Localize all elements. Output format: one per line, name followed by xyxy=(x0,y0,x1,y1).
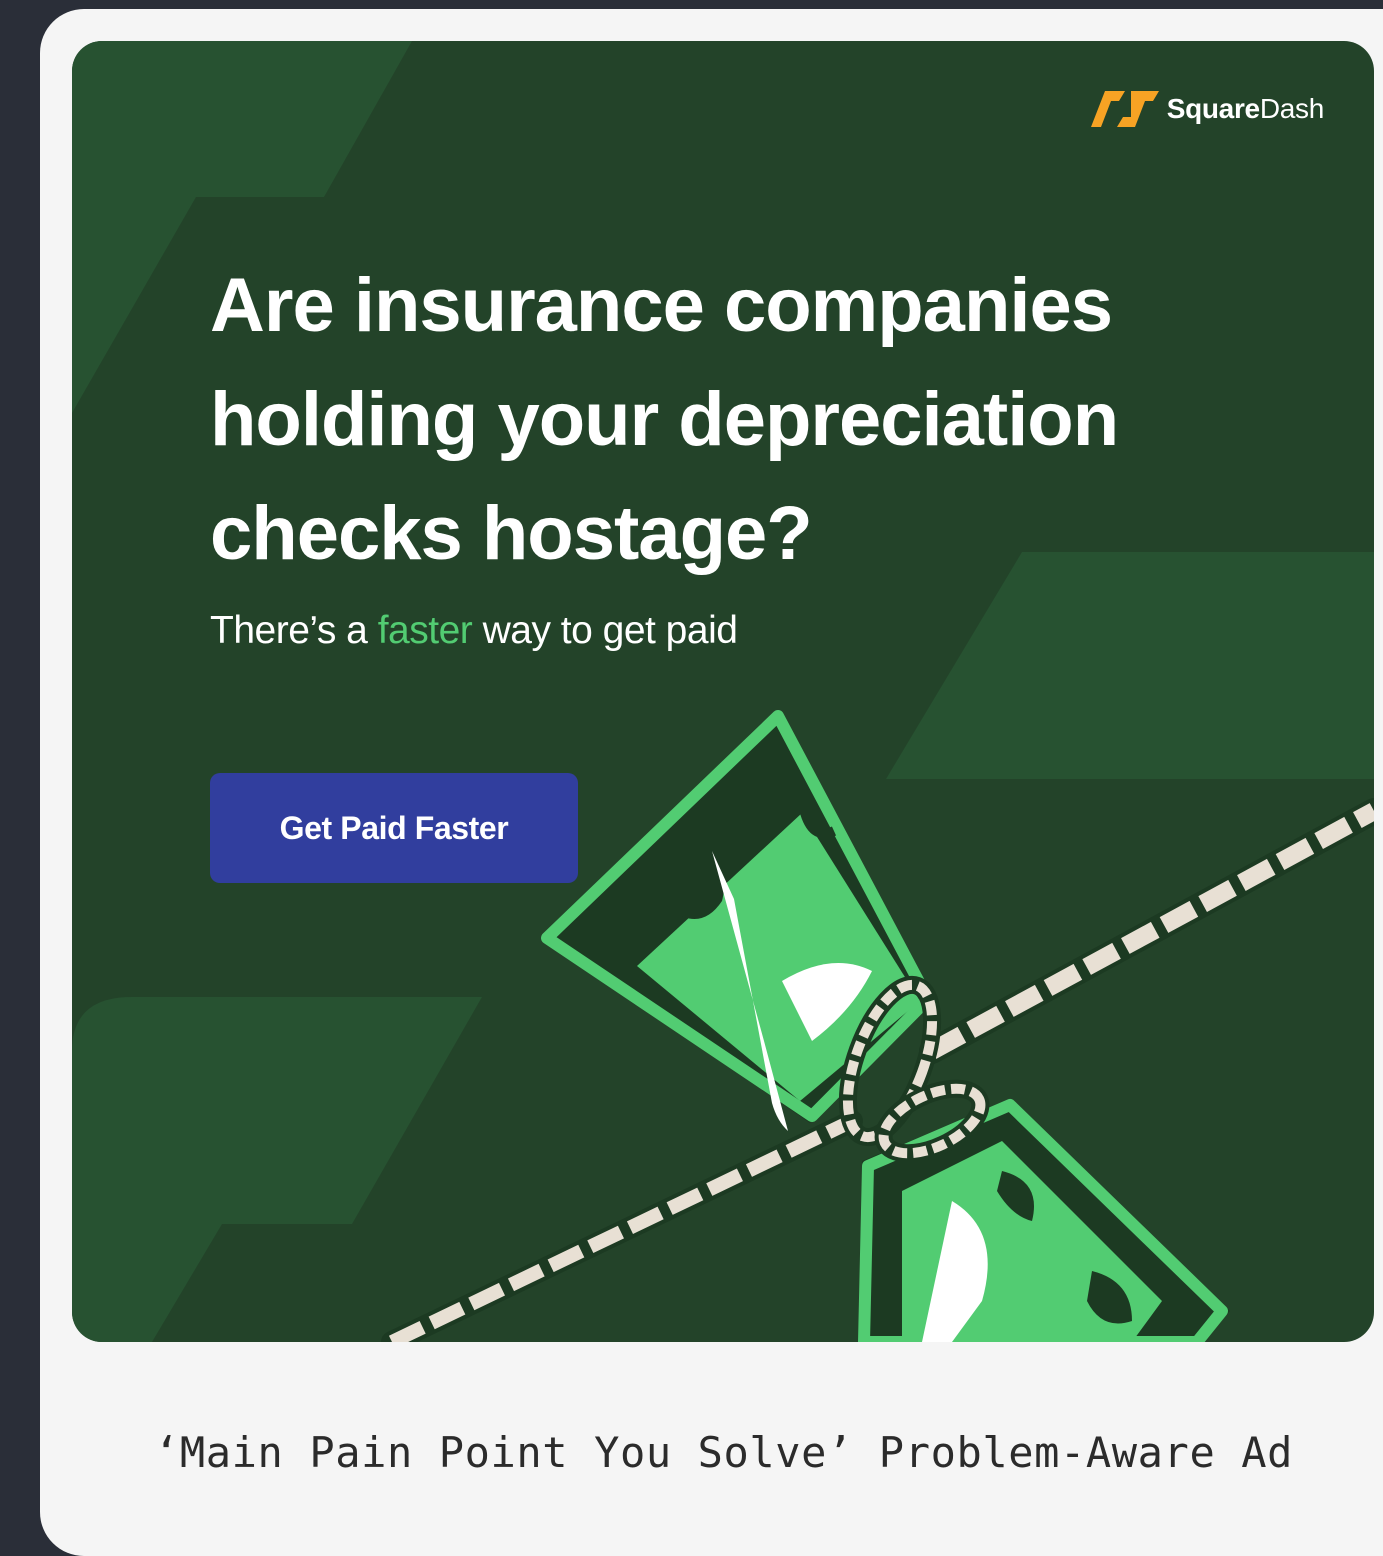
get-paid-faster-button[interactable]: Get Paid Faster xyxy=(210,773,578,883)
money-tied-with-rope-illustration xyxy=(381,710,1374,1342)
ad-creative: SquareDash Are insurance companies holdi… xyxy=(72,41,1374,1342)
ad-caption: ‘Main Pain Point You Solve’ Problem-Awar… xyxy=(154,1428,1293,1477)
lower-bill xyxy=(858,1099,1230,1342)
upper-bill xyxy=(541,710,934,1131)
